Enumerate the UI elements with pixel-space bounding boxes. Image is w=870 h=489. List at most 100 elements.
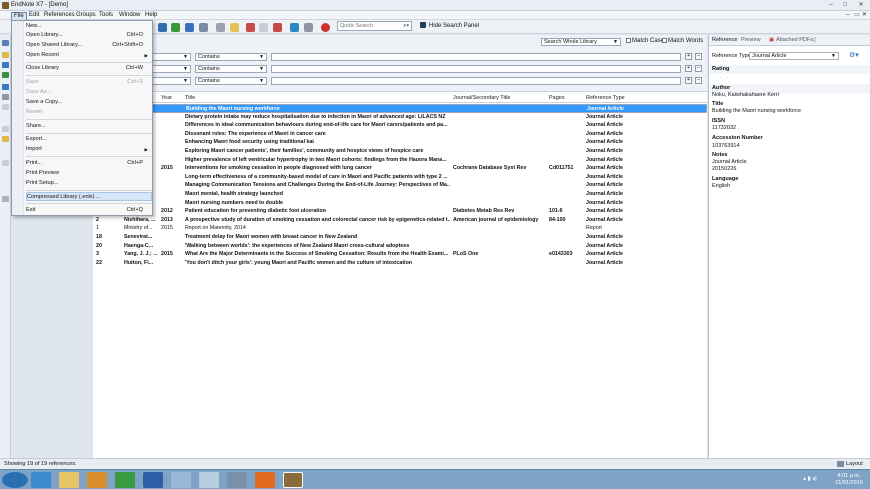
open-pdf-icon[interactable] bbox=[246, 23, 255, 32]
field-value-title[interactable]: Building the Maori nursing workforce bbox=[712, 108, 801, 114]
file-explorer-icon[interactable] bbox=[59, 472, 79, 488]
format-paper-icon[interactable] bbox=[273, 23, 282, 32]
menu-item-new[interactable]: New... bbox=[26, 22, 152, 31]
search-term-input[interactable] bbox=[271, 77, 681, 85]
column-reference-type[interactable]: Reference Type bbox=[586, 95, 625, 102]
menu-item-print[interactable]: Print... Ctrl+P bbox=[26, 159, 152, 168]
table-row[interactable]: Managing Communication Tensions and Chal… bbox=[93, 181, 707, 190]
add-search-row-button[interactable]: + bbox=[685, 77, 692, 84]
search-condition-select[interactable]: Contains ▼ bbox=[195, 53, 267, 61]
word-icon[interactable] bbox=[143, 472, 163, 488]
add-search-row-button[interactable]: + bbox=[685, 53, 692, 60]
tab-attached-pdfs[interactable]: Attached PDFs bbox=[776, 37, 813, 44]
sync-icon[interactable] bbox=[185, 23, 194, 32]
menu-item-import[interactable]: Import ▶ bbox=[26, 145, 152, 154]
search-condition-select[interactable]: Contains ▼ bbox=[195, 65, 267, 73]
close-window-button[interactable]: ✕ bbox=[856, 1, 866, 9]
table-row[interactable]: 18 Senevirat... Treatment delay for Maori … bbox=[93, 233, 707, 242]
menu-item-save-as[interactable]: Save As... bbox=[26, 88, 152, 97]
start-button[interactable] bbox=[2, 472, 28, 488]
group-icon[interactable] bbox=[2, 72, 9, 78]
add-search-row-button[interactable]: + bbox=[685, 65, 692, 72]
table-row[interactable]: 20 Haenga-C... 'Walking between worlds': t… bbox=[93, 242, 707, 251]
menu-tools[interactable]: Tools bbox=[97, 12, 115, 19]
group-icon[interactable] bbox=[2, 104, 9, 110]
quick-search-input[interactable] bbox=[338, 22, 400, 30]
insert-citation-icon[interactable] bbox=[216, 23, 225, 32]
search-scope-select[interactable]: Search Whole Library ▼ bbox=[541, 38, 621, 46]
app-icon[interactable] bbox=[199, 472, 219, 488]
doc-close-button[interactable]: ✕ bbox=[862, 12, 867, 19]
app-icon[interactable] bbox=[171, 472, 191, 488]
new-reference-icon[interactable] bbox=[259, 23, 268, 32]
table-row[interactable]: Long-term effectiveness of a community-b… bbox=[93, 173, 707, 182]
share-icon[interactable] bbox=[199, 23, 208, 32]
table-row[interactable]: Maori nursing numbers need to double Jour… bbox=[93, 199, 707, 208]
minimize-window-button[interactable]: – bbox=[826, 1, 836, 9]
internet-explorer-icon[interactable] bbox=[31, 472, 51, 488]
magnifier-icon[interactable]: ⌕▾ bbox=[403, 22, 409, 30]
menu-item-print-setup[interactable]: Print Setup... bbox=[26, 179, 152, 188]
expand-icon[interactable] bbox=[2, 196, 9, 202]
table-row[interactable]: Differences in ideal communication behav… bbox=[93, 121, 707, 130]
doc-restore-button[interactable]: ▭ bbox=[854, 12, 860, 19]
remove-search-row-button[interactable]: – bbox=[695, 53, 702, 60]
endnote-taskbar-icon[interactable] bbox=[283, 472, 303, 488]
menu-groups[interactable]: Groups bbox=[74, 12, 98, 19]
menu-item-print-preview[interactable]: Print Preview bbox=[26, 169, 152, 178]
maximize-window-button[interactable]: □ bbox=[840, 1, 850, 9]
find-full-text-icon[interactable] bbox=[158, 23, 167, 32]
clock[interactable]: 4:01 p.m. 21/01/2016 bbox=[832, 473, 866, 487]
hide-search-panel-button[interactable]: Hide Search Panel bbox=[420, 22, 479, 30]
tab-preview[interactable]: Preview bbox=[741, 37, 761, 44]
menu-item-share[interactable]: Share... bbox=[26, 122, 152, 131]
search-condition-select[interactable]: Contains ▼ bbox=[195, 77, 267, 85]
chrome-icon[interactable] bbox=[115, 472, 135, 488]
menu-item-revert[interactable]: Revert bbox=[26, 108, 152, 117]
menu-item-save-a-copy[interactable]: Save a Copy... bbox=[26, 98, 152, 107]
group-icon[interactable] bbox=[2, 94, 9, 100]
group-icon[interactable] bbox=[2, 126, 9, 132]
reference-type-select[interactable]: Journal Article ▼ bbox=[749, 52, 839, 60]
table-row[interactable]: Dietary protein intake may reduce hospit… bbox=[93, 113, 707, 122]
table-row[interactable]: 2 Nishihara, ... 2013 A prospective study o… bbox=[93, 216, 707, 225]
field-value-notes[interactable]: Journal Article 20150226 bbox=[712, 159, 747, 173]
remove-search-row-button[interactable]: – bbox=[695, 65, 702, 72]
table-row[interactable]: 1 Ministry of... 2015 Report on Maternity, … bbox=[93, 224, 707, 233]
all-references-icon[interactable] bbox=[2, 40, 9, 46]
field-value-accession-number[interactable]: 103763914 bbox=[712, 143, 740, 149]
open-folder-icon[interactable] bbox=[230, 23, 239, 32]
match-case-checkbox[interactable]: Match Case bbox=[626, 37, 664, 46]
search-term-input[interactable] bbox=[271, 65, 681, 73]
group-icon[interactable] bbox=[2, 52, 9, 58]
doc-minimize-button[interactable]: – bbox=[846, 12, 849, 19]
menu-item-open-library[interactable]: Open Library... Ctrl+O bbox=[26, 31, 152, 40]
tab-reference[interactable]: Reference bbox=[712, 37, 737, 44]
table-row[interactable]: 2015 Interventions for smoking cessation … bbox=[93, 164, 707, 173]
table-row[interactable]: Maori mental, health strategy launched Jo… bbox=[93, 190, 707, 199]
group-icon[interactable] bbox=[2, 62, 9, 68]
table-row[interactable]: Enhancing Maori food security using trad… bbox=[93, 138, 707, 147]
online-search-icon[interactable] bbox=[171, 23, 180, 32]
quick-search-box[interactable]: ⌕▾ bbox=[337, 21, 412, 31]
rating-stars[interactable]: · · · · · bbox=[712, 75, 745, 81]
menu-references[interactable]: References bbox=[42, 12, 77, 19]
attachment-icon[interactable]: ▯ bbox=[813, 37, 816, 44]
search-term-input[interactable] bbox=[271, 53, 681, 61]
app-icon[interactable] bbox=[227, 472, 247, 488]
settings-gear-icon[interactable]: ⚙▾ bbox=[849, 51, 859, 59]
field-value-author[interactable]: Noku, Kaiwhakahaere Kerri bbox=[712, 92, 779, 98]
table-row[interactable]: Dissonant roles: The experience of Maori… bbox=[93, 130, 707, 139]
menu-item-compressed-library[interactable]: Compressed Library (.enlx) ... bbox=[26, 192, 152, 201]
table-row[interactable]: 3 Yang, J. J.; ... 2015 What Are the Major … bbox=[93, 250, 707, 259]
layout-button[interactable]: Layout bbox=[846, 459, 863, 469]
media-player-icon[interactable] bbox=[87, 472, 107, 488]
menu-edit[interactable]: Edit bbox=[27, 12, 41, 19]
column-year[interactable]: Year bbox=[161, 95, 172, 102]
web-link-icon[interactable] bbox=[290, 23, 299, 32]
menu-item-exit[interactable]: Exit Ctrl+Q bbox=[26, 206, 152, 215]
group-icon[interactable] bbox=[2, 84, 9, 90]
table-row[interactable]: Building the Maori nursing workforce Jour… bbox=[93, 104, 707, 113]
column-pages[interactable]: Pages bbox=[549, 95, 565, 102]
field-value-issn[interactable]: 11732032 bbox=[712, 125, 736, 131]
